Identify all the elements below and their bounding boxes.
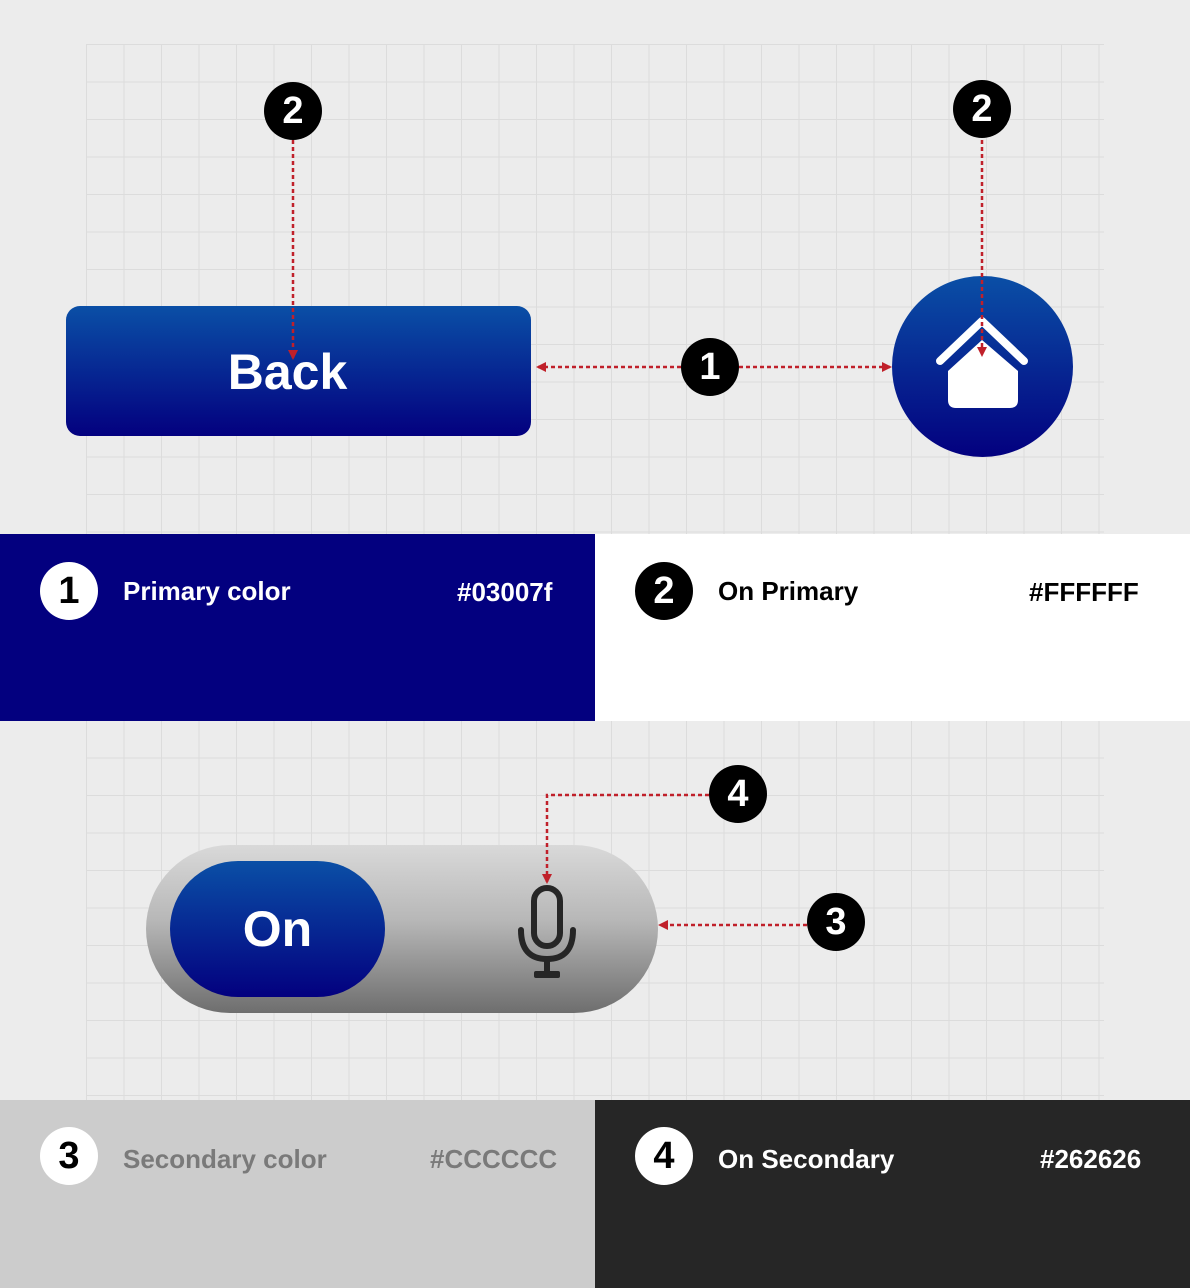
- swatch-name: On Primary: [718, 576, 859, 606]
- marker-on-secondary: 4: [709, 765, 767, 823]
- swatch-name: On Secondary: [718, 1144, 895, 1174]
- swatch-hex: #03007f: [457, 577, 553, 607]
- arrow-mic-icon: [542, 793, 709, 884]
- swatch-number: 2: [635, 562, 693, 620]
- marker-on-primary-home: 2: [953, 80, 1011, 138]
- swatch-secondary: 3 Secondary color #CCCCCC: [0, 1100, 595, 1288]
- swatch-number: 3: [40, 1127, 98, 1185]
- swatch-number: 1: [40, 562, 98, 620]
- marker-primary: 1: [681, 338, 739, 396]
- swatch-hex: #FFFFFF: [1029, 577, 1139, 607]
- swatch-name: Primary color: [123, 576, 291, 606]
- swatch-hex: #CCCCCC: [430, 1144, 558, 1174]
- swatch-on-secondary: 4 On Secondary #262626: [595, 1100, 1190, 1288]
- swatch-name: Secondary color: [123, 1144, 327, 1174]
- swatch-number: 4: [635, 1127, 693, 1185]
- marker-secondary: 3: [807, 893, 865, 951]
- swatch-primary: 1 Primary color #03007f: [0, 534, 595, 721]
- swatch-hex: #262626: [1040, 1144, 1142, 1174]
- swatch-on-primary: 2 On Primary #FFFFFF: [595, 534, 1190, 721]
- marker-on-primary-back: 2: [264, 82, 322, 140]
